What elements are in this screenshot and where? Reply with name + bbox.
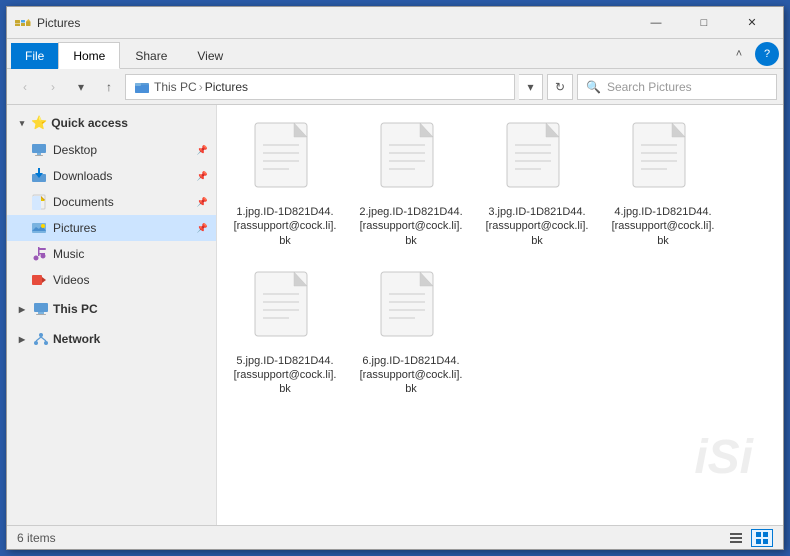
window-icon [15,15,31,31]
ribbon-collapse-button[interactable]: ˄ [727,42,751,66]
chevron-down-icon: ▾ [15,116,29,130]
refresh-button[interactable]: ↻ [547,74,573,100]
pictures-icon [31,220,47,236]
file-item[interactable]: 3.jpg.ID-1D821D44.[rassupport@cock.li].b… [477,113,597,256]
chevron-right-icon-network: ▶ [15,332,29,346]
search-placeholder: Search Pictures [607,80,692,94]
pin-icon: 📌 [197,223,208,234]
help-button[interactable]: ? [755,42,779,66]
close-button[interactable]: ✕ [729,7,775,39]
this-pc-label: This PC [53,302,98,316]
sidebar-item-desktop[interactable]: Desktop 📌 [7,137,216,163]
status-bar: 6 items [7,525,783,549]
tab-share[interactable]: Share [120,43,182,68]
tab-view[interactable]: View [182,43,238,68]
sidebar-item-pictures[interactable]: Pictures 📌 [7,215,216,241]
downloads-icon [31,168,47,184]
ribbon-tab-bar: File Home Share View ˄ ? [7,39,783,69]
file-name: 2.jpeg.ID-1D821D44.[rassupport@cock.li].… [359,205,463,248]
sidebar-section-network: ▶ Network [7,325,216,353]
minimize-button[interactable]: — [633,7,679,39]
sidebar-item-videos-label: Videos [53,273,89,287]
file-item[interactable]: 2.jpeg.ID-1D821D44.[rassupport@cock.li].… [351,113,471,256]
videos-icon [31,272,47,288]
sidebar-item-videos[interactable]: Videos [7,267,216,293]
nav-dropdown-button[interactable]: ▾ [69,75,93,99]
sidebar-item-pictures-label: Pictures [53,221,96,235]
file-item[interactable]: 6.jpg.ID-1D821D44.[rassupport@cock.li].b… [351,262,471,405]
back-button[interactable]: ‹ [13,75,37,99]
address-location: Pictures [205,80,248,94]
sidebar-header-quick-access[interactable]: ▾ ⭐ Quick access [7,109,216,137]
ribbon: File Home Share View ˄ ? [7,39,783,69]
sidebar-header-network[interactable]: ▶ Network [7,325,216,353]
file-icon [497,121,577,201]
file-name: 6.jpg.ID-1D821D44.[rassupport@cock.li].b… [359,354,463,397]
file-item[interactable]: 1.jpg.ID-1D821D44.[rassupport@cock.li].b… [225,113,345,256]
sidebar-section-quick-access: ▾ ⭐ Quick access Desktop 📌 [7,109,216,293]
sidebar-item-documents-label: Documents [53,195,114,209]
sidebar-item-music-label: Music [53,247,84,261]
titlebar-buttons: — □ ✕ [633,7,775,39]
sidebar: ▾ ⭐ Quick access Desktop 📌 [7,105,217,525]
address-dropdown-button[interactable]: ▾ [519,74,543,100]
sidebar-item-downloads[interactable]: Downloads 📌 [7,163,216,189]
file-name: 3.jpg.ID-1D821D44.[rassupport@cock.li].b… [485,205,589,248]
window-title: Pictures [37,16,633,30]
file-item[interactable]: 4.jpg.ID-1D821D44.[rassupport@cock.li].b… [603,113,723,256]
file-name: 5.jpg.ID-1D821D44.[rassupport@cock.li].b… [233,354,337,397]
sidebar-header-this-pc[interactable]: ▶ This PC [7,295,216,323]
file-name: 1.jpg.ID-1D821D44.[rassupport@cock.li].b… [233,205,337,248]
search-icon: 🔍 [586,80,601,94]
sidebar-item-music[interactable]: Music [7,241,216,267]
large-icons-view-button[interactable] [751,529,773,547]
music-icon [31,246,47,262]
file-item[interactable]: 5.jpg.ID-1D821D44.[rassupport@cock.li].b… [225,262,345,405]
file-icon [623,121,703,201]
forward-button[interactable]: › [41,75,65,99]
view-switcher [725,529,773,547]
maximize-button[interactable]: □ [681,7,727,39]
pin-icon: 📌 [197,171,208,182]
list-view-button[interactable] [725,529,747,547]
up-button[interactable]: ↑ [97,75,121,99]
file-grid: 1.jpg.ID-1D821D44.[rassupport@cock.li].b… [225,113,775,405]
desktop-icon [31,142,47,158]
file-icon [371,270,451,350]
network-label: Network [53,332,100,346]
address-this-pc: This PC [154,80,197,94]
watermark: iSi [694,430,753,485]
explorer-window: Pictures — □ ✕ File Home Share View ˄ ? [6,6,784,550]
chevron-right-icon: ▶ [15,302,29,316]
main-content: ▾ ⭐ Quick access Desktop 📌 [7,105,783,525]
sidebar-item-downloads-label: Downloads [53,169,112,183]
address-bar: ‹ › ▾ ↑ This PC › Pictures ▾ ↻ 🔍 Search … [7,69,783,105]
quick-access-label: Quick access [51,116,128,130]
tab-home[interactable]: Home [58,42,120,69]
documents-icon [31,194,47,210]
file-area: 1.jpg.ID-1D821D44.[rassupport@cock.li].b… [217,105,783,525]
titlebar: Pictures — □ ✕ [7,7,783,39]
sidebar-section-this-pc: ▶ This PC [7,295,216,323]
item-count: 6 items [17,531,56,545]
file-icon [245,121,325,201]
address-path[interactable]: This PC › Pictures [125,74,515,100]
file-icon [245,270,325,350]
tab-file[interactable]: File [11,43,58,69]
file-icon [371,121,451,201]
file-name: 4.jpg.ID-1D821D44.[rassupport@cock.li].b… [611,205,715,248]
search-box[interactable]: 🔍 Search Pictures [577,74,777,100]
pin-icon: 📌 [197,145,208,156]
sidebar-item-desktop-label: Desktop [53,143,97,157]
pin-icon: 📌 [197,197,208,208]
sidebar-item-documents[interactable]: Documents 📌 [7,189,216,215]
